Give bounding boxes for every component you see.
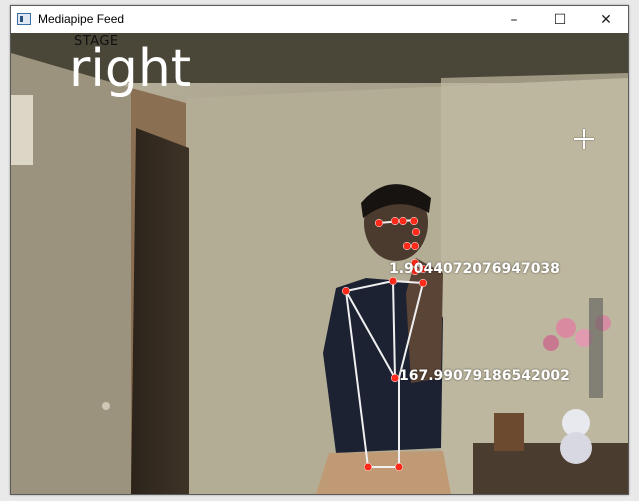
app-icon: [17, 13, 31, 25]
stage-value: right: [69, 39, 192, 99]
window-title: Mediapipe Feed: [38, 12, 125, 26]
minimize-button[interactable]: –: [491, 6, 537, 33]
maximize-button[interactable]: ☐: [537, 6, 583, 33]
crosshair-cursor-icon: [574, 129, 594, 149]
hip-angle-readout: 167.99079186542002: [399, 368, 570, 384]
camera-feed: STAGE right 1.9044072076947038 167.99079…: [11, 33, 628, 494]
mediapipe-feed-window: Mediapipe Feed – ☐ ✕ STAGE right 1.90440…: [10, 5, 629, 495]
shoulder-angle-readout: 1.9044072076947038: [389, 261, 560, 277]
close-button[interactable]: ✕: [583, 6, 629, 33]
title-bar[interactable]: Mediapipe Feed – ☐ ✕: [11, 6, 628, 33]
